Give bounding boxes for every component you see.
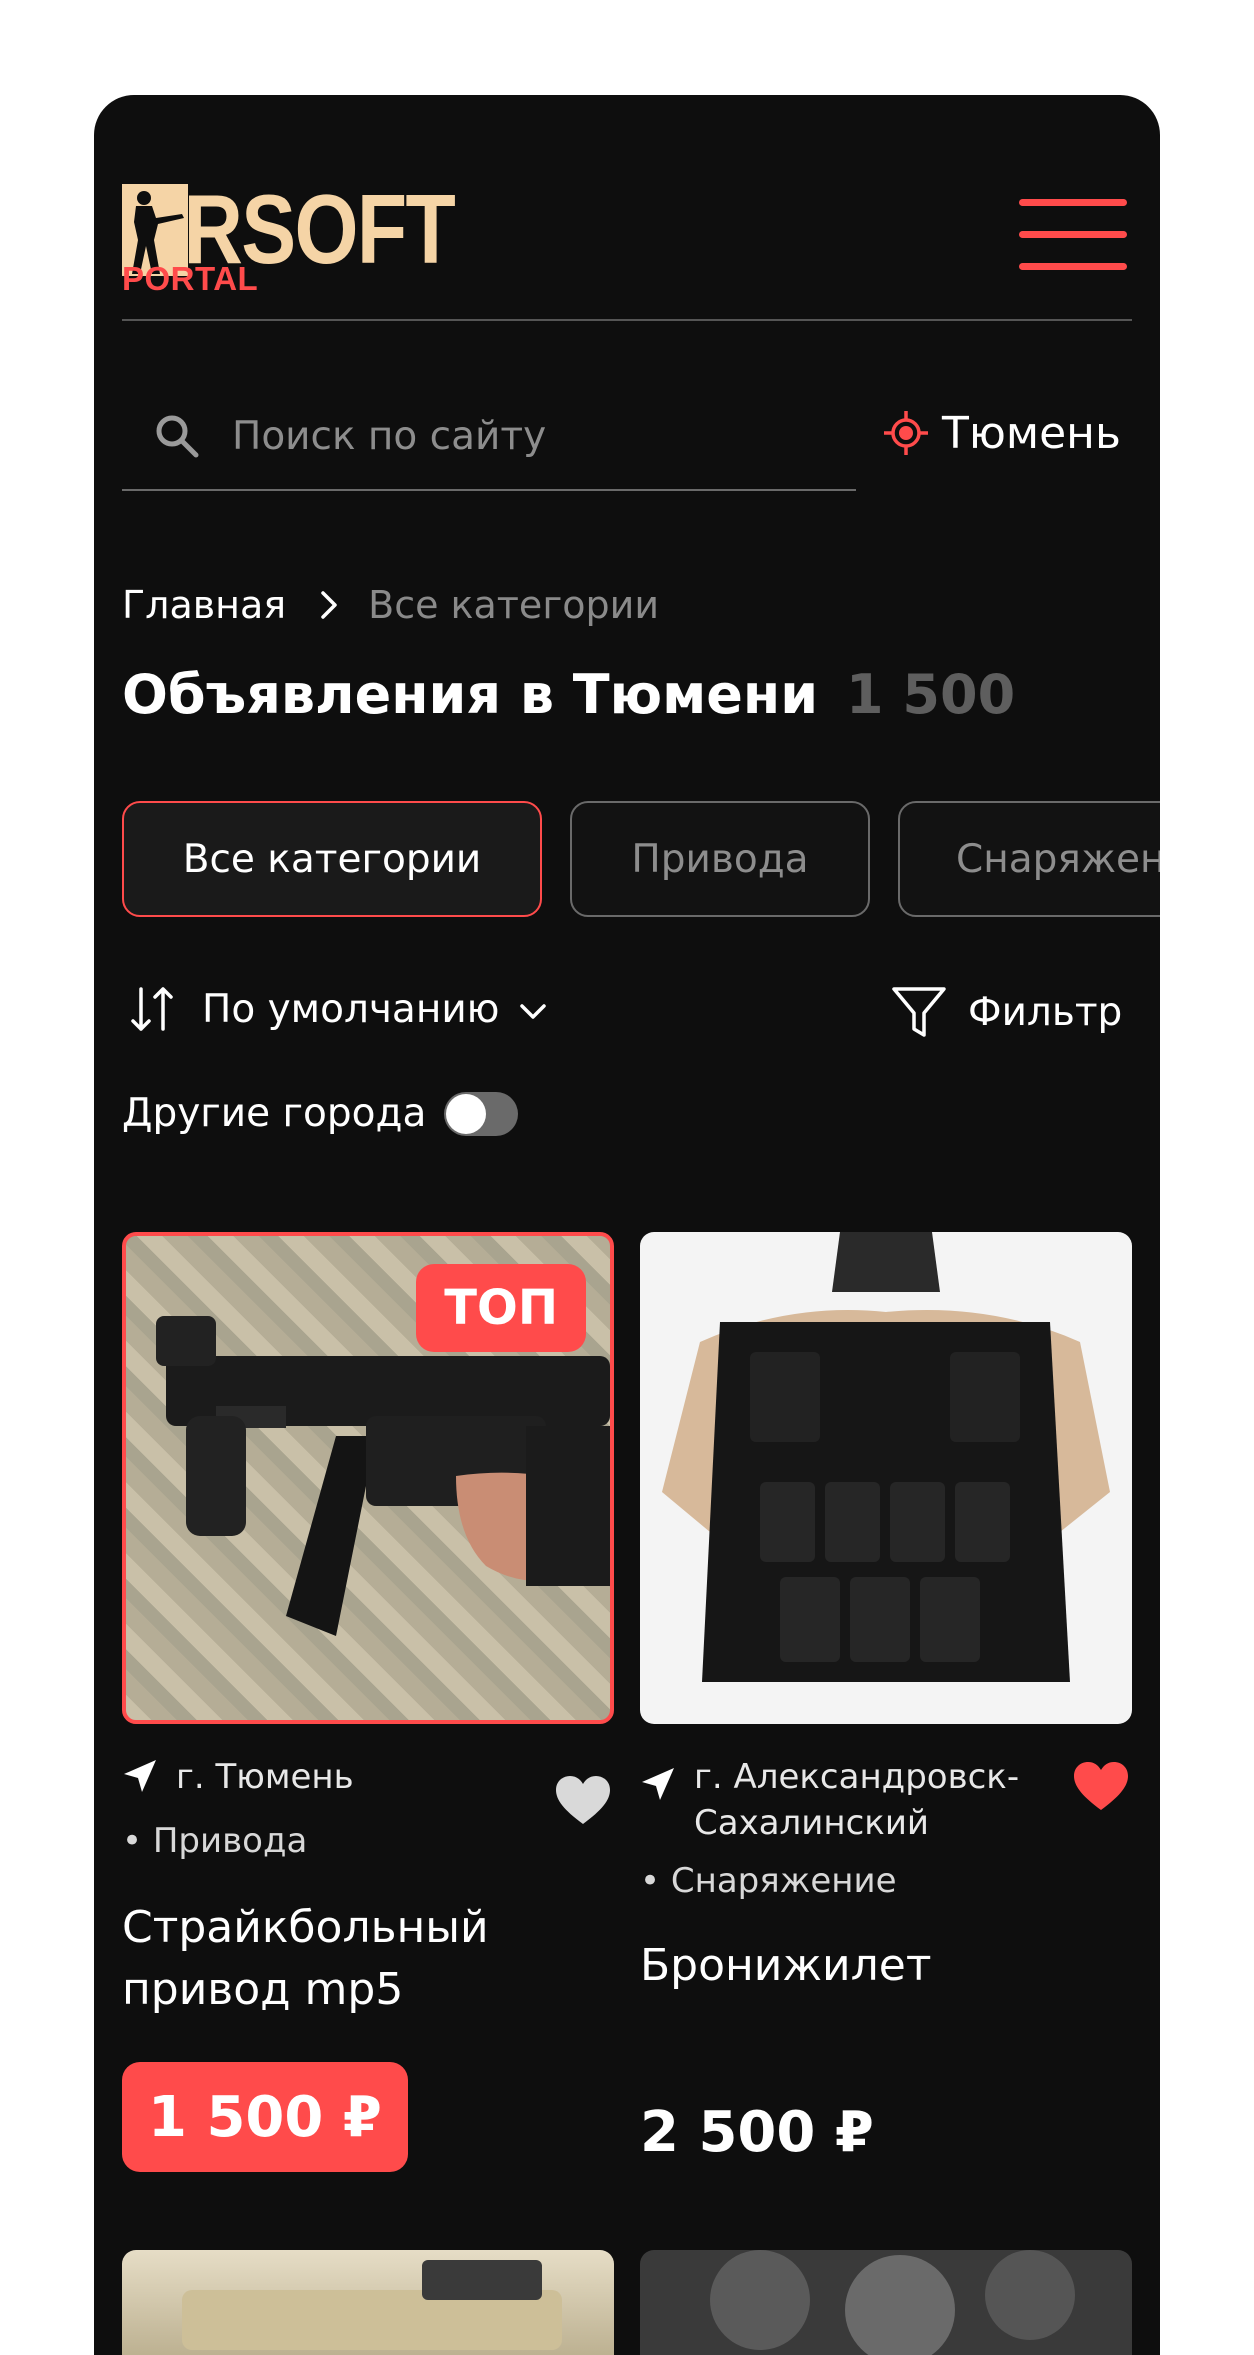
chip-equipment[interactable]: Снаряжение [898, 801, 1160, 917]
listing-card[interactable]: ТОП г. Тюмень • Привода Страйкбольный пр… [122, 1232, 614, 2172]
listing-price: 2 500 ₽ [640, 2100, 874, 2165]
sort-dropdown[interactable]: По умолчанию [130, 985, 548, 1033]
heart-icon[interactable] [554, 1774, 612, 1826]
other-cities-toggle[interactable] [444, 1091, 519, 1136]
breadcrumb-current: Все категории [368, 583, 660, 627]
other-cities-label: Другие города [122, 1091, 427, 1136]
listing-city: г. Тюмень [176, 1757, 354, 1797]
filter-button[interactable]: Фильтр [890, 983, 1122, 1041]
chevron-down-icon [519, 1004, 546, 1019]
logo-subtitle: PORTAL [122, 260, 259, 297]
breadcrumb-home[interactable]: Главная [122, 583, 286, 627]
page-title: Объявления в Тюмени [122, 663, 819, 726]
chevron-right-icon [320, 590, 338, 620]
logo[interactable]: IRSOFT PORTAL [122, 180, 514, 297]
vest-photo [662, 1232, 1110, 1682]
rifle-photo [182, 2260, 562, 2350]
sort-icon [131, 987, 173, 1031]
search-icon [156, 415, 199, 458]
listing-location: г. Тюмень [122, 1754, 354, 1800]
search-bar[interactable] [122, 405, 856, 491]
listing-image[interactable] [122, 2250, 614, 2355]
chip-all-categories[interactable]: Все категории [122, 801, 542, 917]
listing-price: 1 500 ₽ [122, 2062, 408, 2172]
listing-category: • Снаряжение [640, 1861, 897, 1901]
listing-city: г. Александровск-Сахалинский [694, 1757, 1020, 1843]
page-title-row: Объявления в Тюмени 1 500 [122, 663, 1015, 726]
listing-location: г. Александровск-Сахалинский [640, 1754, 1054, 1846]
top-badge: ТОП [416, 1264, 586, 1352]
location-arrow-icon [642, 1768, 674, 1800]
category-chips: Все категории Привода Снаряжение [122, 801, 1160, 917]
app-screen: IRSOFT PORTAL Тюмень [94, 95, 1160, 2355]
filter-icon [892, 987, 946, 1037]
listing-title[interactable]: Страйкбольный привод mp5 [122, 1897, 602, 2021]
breadcrumb: Главная Все категории [122, 583, 659, 627]
header-divider [122, 319, 1132, 321]
listing-card[interactable]: г. Александровск-Сахалинский • Снаряжени… [640, 1232, 1132, 2165]
listing-image[interactable] [640, 2250, 1132, 2355]
heart-icon[interactable] [1072, 1760, 1130, 1812]
listing-image[interactable]: ТОП [122, 1232, 614, 1724]
other-cities-row: Другие города [122, 1091, 519, 1136]
listing-image[interactable] [640, 1232, 1132, 1724]
menu-hamburger-icon[interactable] [1019, 195, 1127, 275]
gears-photo [710, 2250, 1075, 2355]
city-label: Тюмень [942, 407, 1121, 459]
filter-label: Фильтр [968, 989, 1123, 1035]
listing-count: 1 500 [846, 663, 1016, 726]
listing-category: • Привода [122, 1821, 308, 1861]
city-selector[interactable]: Тюмень [884, 403, 1121, 463]
search-input[interactable] [230, 405, 834, 467]
location-arrow-icon [124, 1760, 156, 1792]
listing-title[interactable]: Бронижилет [640, 1935, 1120, 1997]
sort-label: По умолчанию [202, 986, 500, 1032]
chip-drives[interactable]: Привода [570, 801, 870, 917]
location-target-icon [884, 411, 928, 455]
